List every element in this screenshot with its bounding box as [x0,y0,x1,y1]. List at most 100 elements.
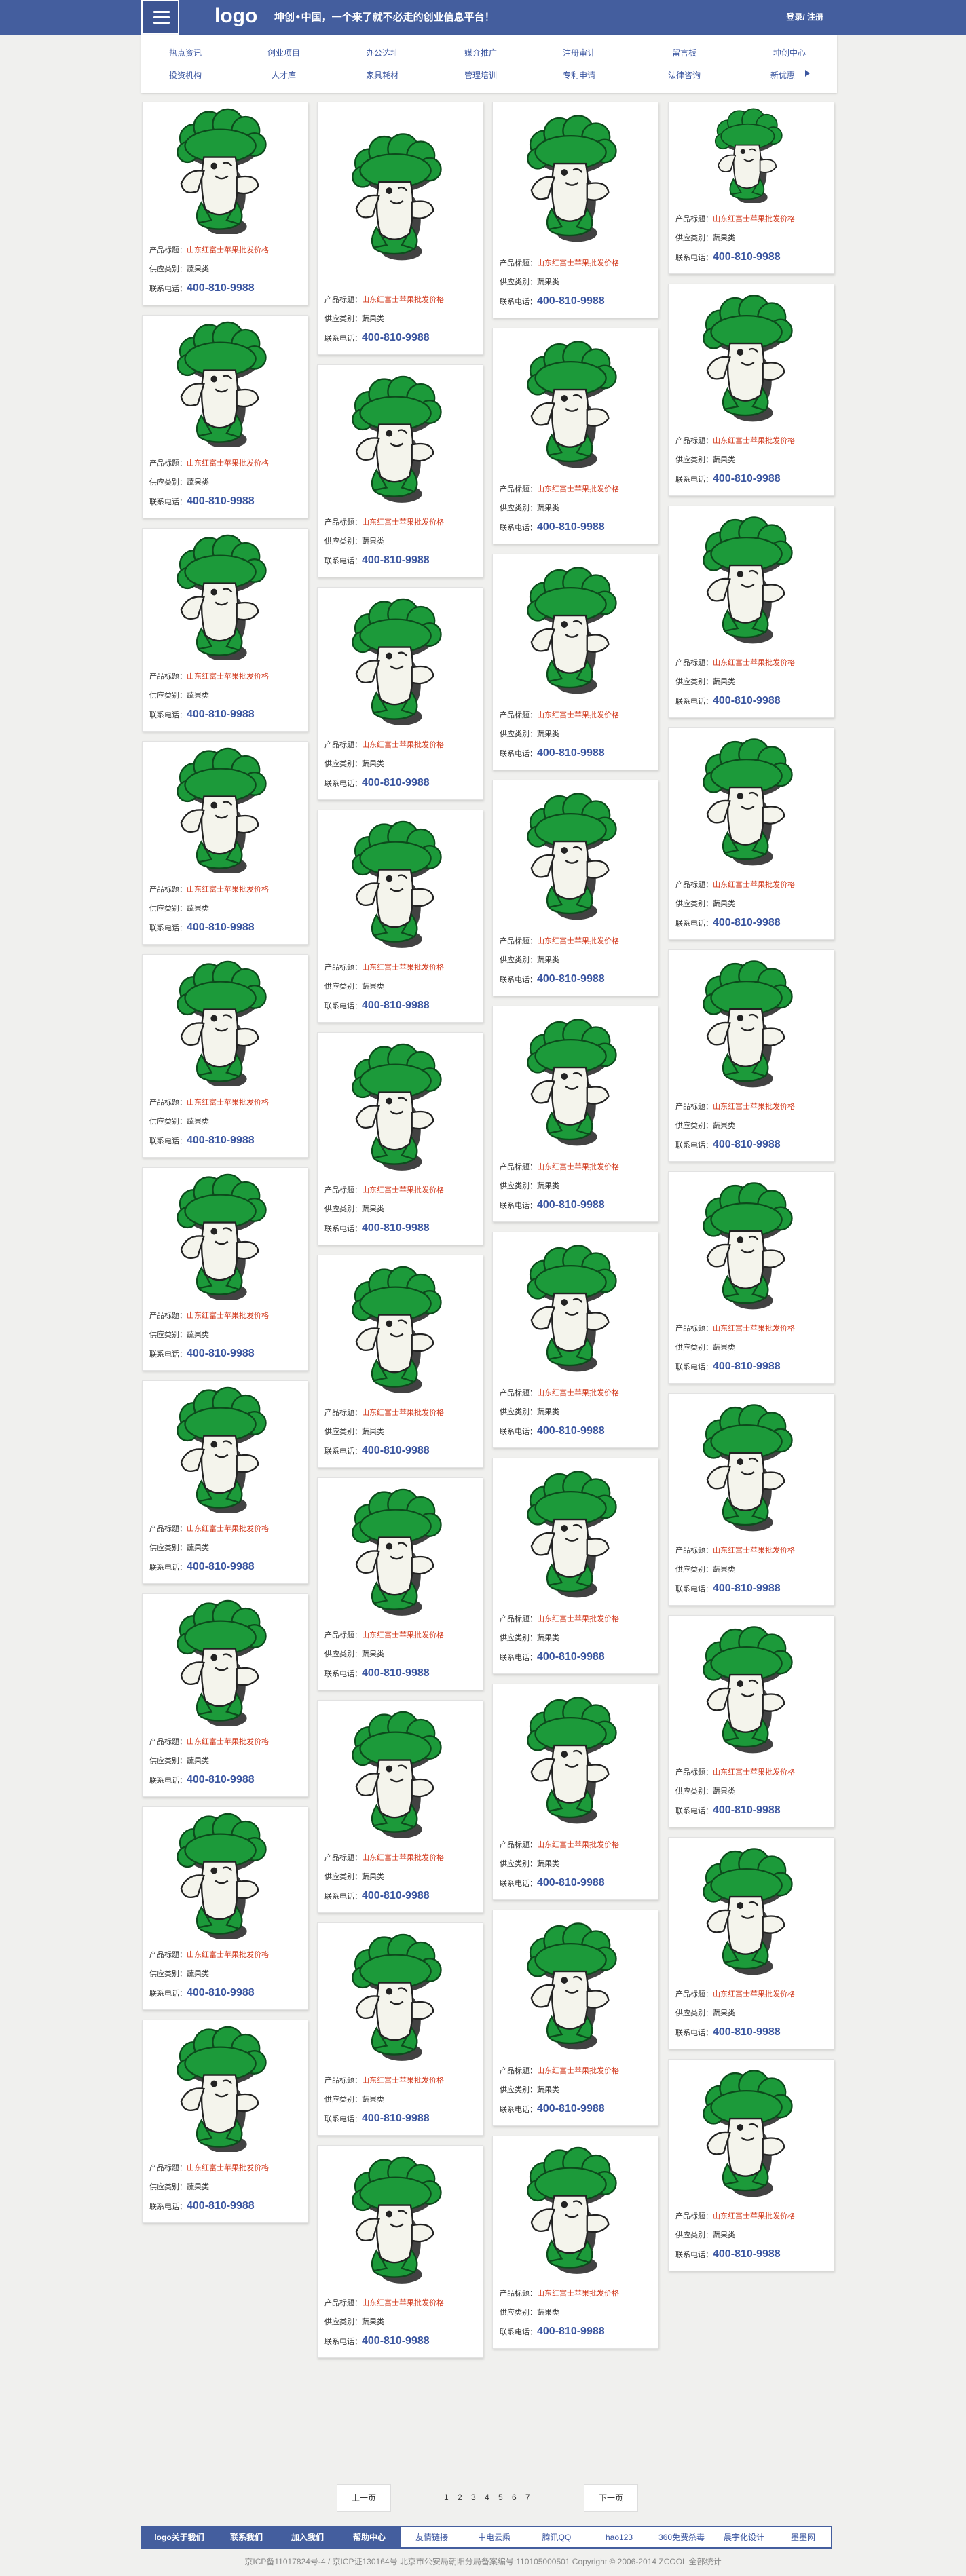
product-card[interactable]: 产品标题：山东红富士苹果批发价格 供应类别：蔬果类 联系电话：400-810-998… [492,780,658,996]
product-card[interactable]: 产品标题：山东红富士苹果批发价格 供应类别：蔬果类 联系电话：400-810-998… [492,328,658,544]
product-card[interactable]: 产品标题：山东红富士苹果批发价格 供应类别：蔬果类 联系电话：400-810-998… [668,284,834,496]
product-title-value[interactable]: 山东红富士苹果批发价格 [713,659,795,667]
product-card[interactable]: 产品标题：山东红富士苹果批发价格 供应类别：蔬果类 联系电话：400-810-998… [317,364,483,577]
product-title-value[interactable]: 山东红富士苹果批发价格 [537,1389,619,1397]
nav-item[interactable]: 留言板 [640,47,728,58]
footer-link[interactable]: 墨墨网 [775,2527,831,2547]
product-card[interactable]: 产品标题：山东红富士苹果批发价格 供应类别：蔬果类 联系电话：400-810-998… [317,1700,483,1913]
footer-link[interactable]: 腾讯QQ [525,2527,588,2547]
product-card[interactable]: 产品标题：山东红富士苹果批发价格 供应类别：蔬果类 联系电话：400-810-998… [142,1593,308,1797]
product-title-value[interactable]: 山东红富士苹果批发价格 [362,741,444,749]
product-card[interactable]: 产品标题：山东红富士苹果批发价格 供应类别：蔬果类 联系电话：400-810-998… [492,1232,658,1448]
product-card[interactable]: 产品标题：山东红富士苹果批发价格 供应类别：蔬果类 联系电话：400-810-998… [317,1477,483,1690]
footer-link-friends[interactable]: 友情链接 [401,2527,463,2547]
product-card[interactable]: 产品标题：山东红富士苹果批发价格 供应类别：蔬果类 联系电话：400-810-998… [668,1615,834,1827]
product-title-value[interactable]: 山东红富士苹果批发价格 [537,2067,619,2075]
footer-link[interactable]: 中电云乘 [463,2527,525,2547]
product-card[interactable]: 产品标题：山东红富士苹果批发价格 供应类别：蔬果类 联系电话：400-810-998… [142,2020,308,2223]
product-title-value[interactable]: 山东红富士苹果批发价格 [713,2212,795,2220]
product-title-value[interactable]: 山东红富士苹果批发价格 [537,259,619,267]
product-card[interactable]: 产品标题：山东红富士苹果批发价格 供应类别：蔬果类 联系电话：400-810-998… [317,1922,483,2136]
nav-item[interactable]: 媒介推广 [436,47,525,58]
product-title-value[interactable]: 山东红富士苹果批发价格 [537,711,619,719]
product-title-value[interactable]: 山东红富士苹果批发价格 [537,1615,619,1623]
nav-item[interactable]: 坤创中心 [745,47,834,58]
product-card[interactable]: 产品标题：山东红富士苹果批发价格 供应类别：蔬果类 联系电话：400-810-998… [668,727,834,940]
product-card[interactable]: 产品标题：山东红富士苹果批发价格 供应类别：蔬果类 联系电话：400-810-998… [668,949,834,1162]
product-card[interactable]: 产品标题：山东红富士苹果批发价格 供应类别：蔬果类 联系电话：400-810-998… [142,1167,308,1371]
footer-link-help[interactable]: 帮助中心 [338,2527,401,2547]
page-number[interactable]: 1 [444,2493,449,2502]
product-card[interactable]: 产品标题：山东红富士苹果批发价格 供应类别：蔬果类 联系电话：400-810-998… [142,102,308,305]
product-card[interactable]: 产品标题：山东红富士苹果批发价格 供应类别：蔬果类 联系电话：400-810-998… [317,102,483,355]
product-title-value[interactable]: 山东红富士苹果批发价格 [187,1099,269,1107]
login-register-link[interactable]: 登录/ 注册 [786,11,823,22]
nav-item[interactable]: 新优惠 [739,69,827,81]
product-card[interactable]: 产品标题：山东红富士苹果批发价格 供应类别：蔬果类 联系电话：400-810-998… [142,528,308,732]
nav-item[interactable]: 办公选址 [338,47,426,58]
product-title-value[interactable]: 山东红富士苹果批发价格 [713,1103,795,1111]
product-title-value[interactable]: 山东红富士苹果批发价格 [362,964,444,972]
product-title-value[interactable]: 山东红富士苹果批发价格 [537,485,619,493]
product-title-value[interactable]: 山东红富士苹果批发价格 [187,1951,269,1959]
product-card[interactable]: 产品标题：山东红富士苹果批发价格 供应类别：蔬果类 联系电话：400-810-998… [317,2145,483,2358]
product-title-value[interactable]: 山东红富士苹果批发价格 [362,1186,444,1194]
product-card[interactable]: 产品标题：山东红富士苹果批发价格 供应类别：蔬果类 联系电话：400-810-998… [492,554,658,770]
product-title-value[interactable]: 山东红富士苹果批发价格 [362,1409,444,1417]
product-card[interactable]: 产品标题：山东红富士苹果批发价格 供应类别：蔬果类 联系电话：400-810-998… [668,1837,834,2049]
product-title-value[interactable]: 山东红富士苹果批发价格 [187,246,269,254]
product-card[interactable]: 产品标题：山东红富士苹果批发价格 供应类别：蔬果类 联系电话：400-810-998… [142,315,308,518]
product-card[interactable]: 产品标题：山东红富士苹果批发价格 供应类别：蔬果类 联系电话：400-810-998… [668,1171,834,1384]
prev-page-button[interactable]: 上一页 [337,2484,391,2512]
next-page-button[interactable]: 下一页 [584,2484,638,2512]
nav-item[interactable]: 投资机构 [141,69,229,81]
page-number[interactable]: 7 [525,2493,530,2502]
chevron-right-icon[interactable] [805,70,810,77]
footer-link-about[interactable]: logo关于我们 [143,2527,216,2547]
product-card[interactable]: 产品标题：山东红富士苹果批发价格 供应类别：蔬果类 联系电话：400-810-998… [317,1255,483,1468]
footer-link-join[interactable]: 加入我们 [277,2527,338,2547]
footer-link[interactable]: hao123 [588,2527,650,2547]
product-title-value[interactable]: 山东红富士苹果批发价格 [713,1547,795,1555]
product-card[interactable]: 产品标题：山东红富士苹果批发价格 供应类别：蔬果类 联系电话：400-810-998… [492,1910,658,2126]
product-card[interactable]: 产品标题：山东红富士苹果批发价格 供应类别：蔬果类 联系电话：400-810-998… [492,2136,658,2349]
product-title-value[interactable]: 山东红富士苹果批发价格 [713,881,795,889]
product-title-value[interactable]: 山东红富士苹果批发价格 [362,1854,444,1862]
footer-link[interactable]: 360免费杀毒 [650,2527,713,2547]
product-title-value[interactable]: 山东红富士苹果批发价格 [713,437,795,445]
product-card[interactable]: 产品标题：山东红富士苹果批发价格 供应类别：蔬果类 联系电话：400-810-998… [492,1458,658,1674]
product-title-value[interactable]: 山东红富士苹果批发价格 [187,1312,269,1320]
product-title-value[interactable]: 山东红富士苹果批发价格 [187,459,269,468]
product-title-value[interactable]: 山东红富士苹果批发价格 [537,937,619,945]
product-card[interactable]: 产品标题：山东红富士苹果批发价格 供应类别：蔬果类 联系电话：400-810-998… [317,1032,483,1245]
product-card[interactable]: 产品标题：山东红富士苹果批发价格 供应类别：蔬果类 联系电话：400-810-998… [317,587,483,800]
nav-item[interactable]: 创业项目 [240,47,328,58]
site-logo[interactable]: logo [215,4,257,29]
product-card[interactable]: 产品标题：山东红富士苹果批发价格 供应类别：蔬果类 联系电话：400-810-998… [142,741,308,945]
nav-item[interactable]: 专利申请 [535,69,623,81]
nav-item[interactable]: 人才库 [240,69,328,81]
footer-link[interactable]: 晨宇化设计 [713,2527,775,2547]
product-card[interactable]: 产品标题：山东红富士苹果批发价格 供应类别：蔬果类 联系电话：400-810-998… [317,810,483,1023]
product-card[interactable]: 产品标题：山东红富士苹果批发价格 供应类别：蔬果类 联系电话：400-810-998… [142,1806,308,2010]
product-card[interactable]: 产品标题：山东红富士苹果批发价格 供应类别：蔬果类 联系电话：400-810-998… [668,1393,834,1606]
product-card[interactable]: 产品标题：山东红富士苹果批发价格 供应类别：蔬果类 联系电话：400-810-998… [668,506,834,718]
product-title-value[interactable]: 山东红富士苹果批发价格 [187,673,269,681]
nav-item[interactable]: 家具耗材 [338,69,426,81]
product-card[interactable]: 产品标题：山东红富士苹果批发价格 供应类别：蔬果类 联系电话：400-810-998… [668,2059,834,2271]
product-card[interactable]: 产品标题：山东红富士苹果批发价格 供应类别：蔬果类 联系电话：400-810-998… [492,1006,658,1222]
product-card[interactable]: 产品标题：山东红富士苹果批发价格 供应类别：蔬果类 联系电话：400-810-998… [668,102,834,274]
product-title-value[interactable]: 山东红富士苹果批发价格 [362,518,444,527]
product-title-value[interactable]: 山东红富士苹果批发价格 [537,1841,619,1849]
page-number[interactable]: 3 [471,2493,476,2502]
product-title-value[interactable]: 山东红富士苹果批发价格 [537,1163,619,1171]
product-title-value[interactable]: 山东红富士苹果批发价格 [713,1990,795,1999]
product-title-value[interactable]: 山东红富士苹果批发价格 [362,2299,444,2307]
page-number[interactable]: 2 [458,2493,462,2502]
product-title-value[interactable]: 山东红富士苹果批发价格 [187,2164,269,2172]
hamburger-menu-icon[interactable] [141,0,179,35]
product-title-value[interactable]: 山东红富士苹果批发价格 [362,1631,444,1640]
nav-item[interactable]: 注册审计 [535,47,623,58]
product-title-value[interactable]: 山东红富士苹果批发价格 [362,296,444,304]
page-number[interactable]: 5 [498,2493,503,2502]
